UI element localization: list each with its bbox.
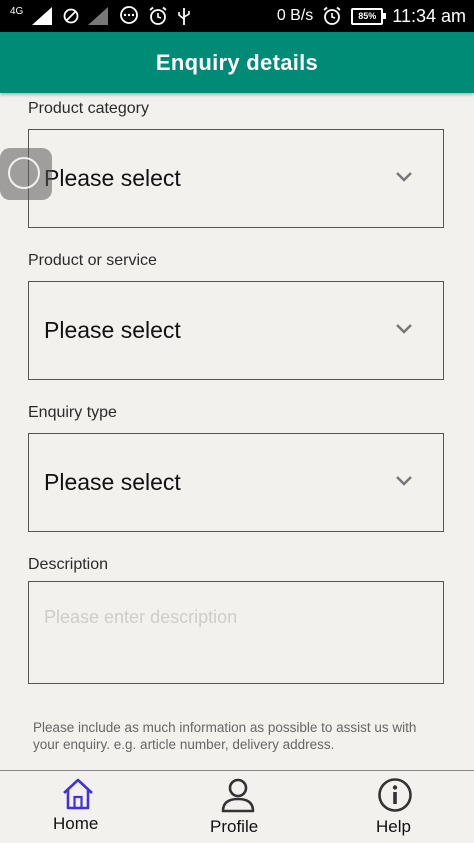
nav-item-help[interactable]: Help (360, 771, 430, 843)
battery-icon: 85% (351, 7, 387, 25)
nav-label-help: Help (376, 817, 411, 836)
chevron-down-icon (396, 172, 412, 182)
no-sim-icon (63, 8, 79, 24)
usb-icon (178, 8, 191, 25)
description-placeholder: Please enter description (44, 607, 238, 627)
alarm-icon (323, 6, 341, 25)
assistive-touch-icon (8, 157, 40, 189)
chevron-down-icon (396, 324, 412, 334)
product-or-service-select[interactable]: Please select (28, 281, 444, 380)
product-category-value: Please select (44, 165, 181, 191)
bottom-nav: Home Profile Help (0, 770, 474, 842)
clock: 11:34 am (392, 5, 466, 26)
page-title: Enquiry details (155, 49, 319, 75)
alarm-icon (149, 6, 167, 25)
info-icon (378, 778, 412, 812)
product-or-service-label: Product or service (28, 252, 157, 269)
network-type: 4G (10, 5, 24, 17)
assistive-touch-button[interactable] (0, 148, 52, 200)
network-speed: 0 B/s (276, 7, 314, 24)
status-bar-left: 4G (10, 0, 191, 32)
home-icon (63, 778, 93, 810)
product-or-service-value: Please select (44, 317, 181, 343)
profile-icon (221, 778, 255, 813)
nav-label-home: Home (53, 814, 99, 833)
product-category-label: Product category (28, 100, 149, 117)
battery-level: 85% (358, 11, 377, 21)
chevron-down-icon (396, 476, 412, 486)
product-category-select[interactable]: Please select (28, 129, 444, 228)
nav-item-home[interactable]: Home (40, 771, 116, 843)
message-icon (120, 6, 139, 24)
nav-item-profile[interactable]: Profile (198, 771, 278, 843)
description-field[interactable]: Please enter description (28, 581, 444, 684)
enquiry-type-label: Enquiry type (28, 404, 117, 421)
status-bar-right: 0 B/s 85% 11:34 am (277, 0, 466, 32)
signal-icon (32, 7, 53, 25)
nav-label-profile: Profile (210, 817, 259, 836)
status-bar: 4G 0 B/s 85% 11:34 am (0, 0, 474, 32)
signal-alert-icon (88, 7, 109, 25)
description-label: Description (28, 556, 109, 573)
app-header: Enquiry details (0, 32, 474, 93)
helper-text: Please include as much information as po… (33, 720, 417, 752)
enquiry-type-select[interactable]: Please select (28, 433, 444, 532)
enquiry-type-value: Please select (44, 469, 181, 495)
